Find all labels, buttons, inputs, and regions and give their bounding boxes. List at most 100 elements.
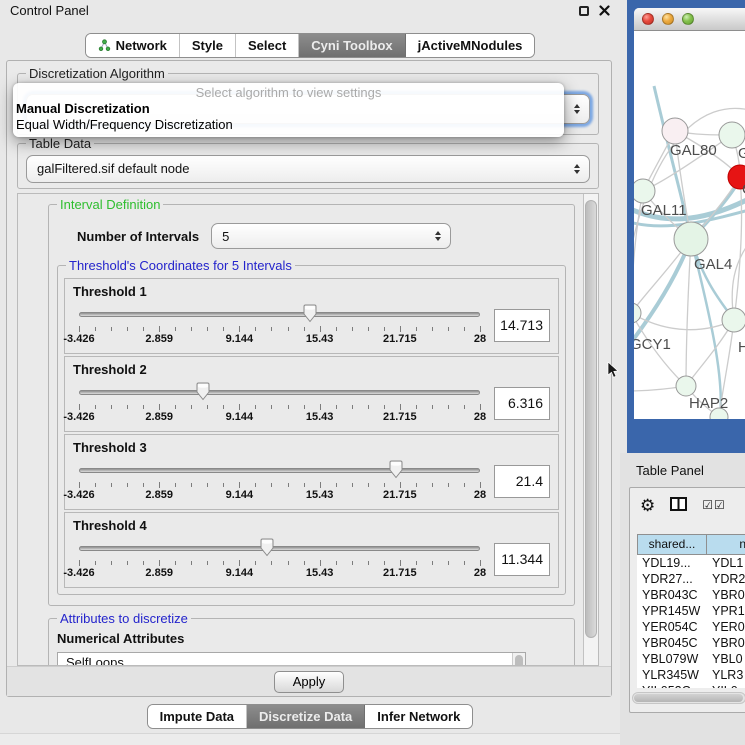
- close-traffic-light-icon[interactable]: [642, 13, 654, 25]
- attribute-item[interactable]: SelfLoops: [58, 655, 525, 665]
- network-node-label: GAL80: [670, 142, 717, 159]
- slider-handle[interactable]: [303, 304, 318, 323]
- zoom-traffic-light-icon[interactable]: [682, 13, 694, 25]
- table-row[interactable]: YER054CYER0: [637, 619, 745, 635]
- network-node-gcy1[interactable]: [634, 303, 641, 323]
- slider-handle-glyph: [196, 382, 211, 401]
- slider-tick: [111, 405, 112, 409]
- table-row[interactable]: YPR145WYPR1: [637, 603, 745, 619]
- close-icon[interactable]: [599, 5, 610, 16]
- threshold-label: Threshold 1: [73, 284, 550, 301]
- apply-button[interactable]: Apply: [274, 671, 345, 693]
- network-edge[interactable]: [686, 239, 691, 386]
- column-layout-button[interactable]: [670, 497, 687, 514]
- combo-arrows-icon: [574, 104, 580, 114]
- screen: Control Panel NetworkStyleSelectCyni Too…: [0, 0, 745, 745]
- float-window-icon[interactable]: [579, 6, 589, 16]
- tab-label: jActiveMNodules: [418, 38, 523, 53]
- slider-track[interactable]: [79, 546, 480, 551]
- network-window: GAL80GACGAL11GAL4GCY1HHAP2: [634, 8, 745, 419]
- slider-track[interactable]: [79, 390, 480, 395]
- tab-discretize-data[interactable]: Discretize Data: [247, 705, 365, 728]
- table-cell: YER054C: [637, 619, 707, 635]
- slider-tick: [79, 560, 80, 566]
- slider-tick: [239, 482, 240, 488]
- slider-handle[interactable]: [196, 382, 211, 401]
- tab-cyni-toolbox[interactable]: Cyni Toolbox: [299, 34, 405, 57]
- table-row[interactable]: YBR045CYBR0: [637, 635, 745, 651]
- table-horizontal-scrollbar[interactable]: [632, 692, 745, 704]
- column-header-0[interactable]: shared...: [637, 534, 707, 555]
- slider-tick: [352, 483, 353, 487]
- tab-label: Cyni Toolbox: [311, 38, 392, 53]
- slider-tick: [464, 405, 465, 409]
- bottom-tab-bar: Impute DataDiscretize DataInfer Network: [147, 704, 474, 729]
- slider-tick: [320, 482, 321, 488]
- minimize-traffic-light-icon[interactable]: [662, 13, 674, 25]
- threshold-value[interactable]: 11.344: [494, 543, 550, 576]
- tab-select[interactable]: Select: [236, 34, 299, 57]
- algorithm-option[interactable]: Manual Discretization: [13, 101, 564, 117]
- attributes-list-scrollbar[interactable]: [512, 653, 525, 665]
- threshold-slider[interactable]: -3.4262.8599.14415.4321.71528: [79, 303, 480, 347]
- slider-tick: [464, 327, 465, 331]
- network-canvas[interactable]: GAL80GACGAL11GAL4GCY1HHAP2: [634, 31, 745, 419]
- tab-infer-network[interactable]: Infer Network: [365, 705, 472, 728]
- tab-network[interactable]: Network: [86, 34, 180, 57]
- network-node-gal4[interactable]: [674, 222, 708, 256]
- algorithm-options: Manual DiscretizationEqual Width/Frequen…: [13, 101, 564, 133]
- network-node-hap2[interactable]: [676, 376, 696, 396]
- tab-style[interactable]: Style: [180, 34, 236, 57]
- threshold-slider[interactable]: -3.4262.8599.14415.4321.71528: [79, 459, 480, 503]
- slider-tick: [336, 327, 337, 331]
- table-row[interactable]: YDL19...YDL1: [637, 555, 745, 571]
- threshold-panel: Threshold 2 -3.4262.8599.14415.4321.71528…: [64, 356, 559, 432]
- threshold-value[interactable]: 21.4: [494, 465, 550, 498]
- axis-tick-label: 9.144: [226, 567, 254, 579]
- threshold-slider[interactable]: -3.4262.8599.14415.4321.71528: [79, 537, 480, 581]
- slider-handle-glyph: [388, 460, 403, 479]
- algorithm-placeholder: Select algorithm to view settings: [13, 83, 564, 101]
- table-row[interactable]: YLR345WYLR3: [637, 667, 745, 683]
- slider-tick: [191, 483, 192, 487]
- threshold-label: Threshold 2: [73, 362, 550, 379]
- slider-tick: [416, 327, 417, 331]
- table-header: shared...na: [637, 534, 745, 555]
- table-row[interactable]: YDR27...YDR2: [637, 571, 745, 587]
- slider-tick: [368, 483, 369, 487]
- table-cell: YBR043C: [637, 587, 707, 603]
- number-of-intervals-select[interactable]: 5: [211, 223, 451, 249]
- threshold-value[interactable]: 14.713: [494, 309, 550, 342]
- tab-jactivemnodules[interactable]: jActiveMNodules: [406, 34, 535, 57]
- network-node-gal80[interactable]: [662, 118, 688, 144]
- algorithm-option[interactable]: Equal Width/Frequency Discretization: [13, 117, 564, 133]
- slider-track[interactable]: [79, 312, 480, 317]
- table-row[interactable]: YBR043CYBR0: [637, 587, 745, 603]
- gear-icon[interactable]: ⚙: [640, 497, 655, 514]
- scrollbar-thumb[interactable]: [585, 200, 597, 638]
- threshold-value[interactable]: 6.316: [494, 387, 550, 420]
- scrollbar-thumb[interactable]: [515, 655, 523, 665]
- network-node-label: GAL4: [694, 256, 732, 273]
- slider-tick: [127, 405, 128, 409]
- slider-track[interactable]: [79, 468, 480, 473]
- axis-tick-label: 15.43: [306, 489, 334, 501]
- slider-handle[interactable]: [388, 460, 403, 479]
- slider-tick: [95, 561, 96, 565]
- network-node-gal11[interactable]: [634, 179, 655, 203]
- scrollbar-thumb[interactable]: [634, 694, 743, 702]
- tab-impute-data[interactable]: Impute Data: [148, 705, 247, 728]
- slider-handle[interactable]: [260, 538, 275, 557]
- column-visibility-icon[interactable]: ☑☑: [702, 498, 726, 512]
- table-row[interactable]: YIL052CYIL0: [637, 683, 745, 688]
- table-row[interactable]: YBL079WYBL0: [637, 651, 745, 667]
- column-header-1[interactable]: na: [706, 534, 745, 555]
- network-node-h[interactable]: [722, 308, 745, 332]
- main-vertical-scrollbar[interactable]: [583, 194, 598, 665]
- slider-tick: [448, 405, 449, 409]
- table-data-select[interactable]: galFiltered.sif default node: [26, 155, 590, 183]
- network-edge[interactable]: [734, 177, 742, 320]
- table-cell: YBR0: [707, 635, 745, 651]
- slider-tick: [271, 561, 272, 565]
- threshold-slider[interactable]: -3.4262.8599.14415.4321.71528: [79, 381, 480, 425]
